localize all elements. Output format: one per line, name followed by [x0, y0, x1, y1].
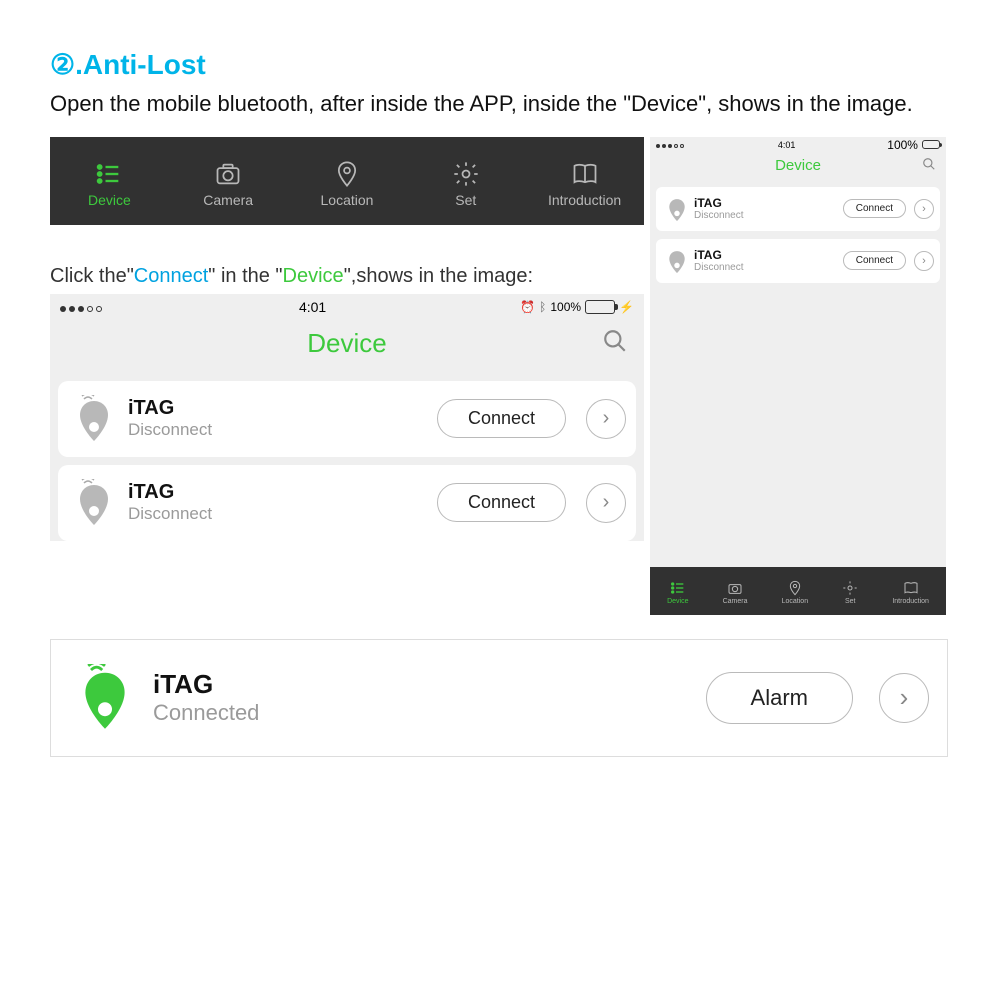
connect-button[interactable]: Connect: [437, 483, 566, 522]
chevron-right-icon[interactable]: ›: [879, 673, 929, 723]
search-icon[interactable]: [922, 157, 936, 176]
tab-introduction[interactable]: Introduction: [535, 160, 635, 208]
chevron-right-icon[interactable]: ›: [914, 199, 934, 219]
device-name: iTAG: [128, 481, 423, 504]
gear-icon: [452, 160, 480, 188]
location-icon: [333, 160, 361, 188]
tab-label: Location: [321, 192, 374, 208]
connected-device-card: iTAG Connected Alarm ›: [50, 639, 948, 757]
camera-icon: [727, 580, 743, 596]
location-icon: [787, 580, 803, 596]
device-name: iTAG: [128, 397, 423, 420]
tab-set[interactable]: Set: [416, 160, 516, 208]
list-icon: [670, 580, 686, 596]
battery-percent: 100%: [550, 300, 581, 314]
app-large-view: 4:01 ⏰ ᛒ 100% ⚡ Device: [50, 294, 644, 541]
itag-icon: [74, 395, 114, 443]
status-bar: 4:01 100%: [650, 137, 946, 151]
device-name: iTAG: [694, 248, 837, 262]
device-card: iTAG Disconnect Connect ›: [656, 187, 940, 231]
book-icon: [571, 160, 599, 188]
itag-icon: [666, 247, 688, 275]
tab-label: Camera: [723, 598, 748, 605]
instruction-text: Click the"Connect" in the "Device",shows…: [50, 265, 644, 288]
status-bar: 4:01 ⏰ ᛒ 100% ⚡: [50, 294, 644, 316]
chevron-right-icon[interactable]: ›: [914, 251, 934, 271]
section-heading: ②.Anti-Lost: [50, 48, 950, 81]
tab-device[interactable]: Device: [667, 580, 688, 605]
tab-label: Device: [667, 598, 688, 605]
device-status: Connected: [153, 700, 686, 726]
tab-camera[interactable]: Camera: [723, 580, 748, 605]
tab-bar: Device Camera Location Set Introduction: [650, 567, 946, 615]
tab-device[interactable]: Device: [59, 160, 159, 208]
tab-label: Device: [88, 192, 131, 208]
itag-icon: [666, 195, 688, 223]
tab-label: Location: [782, 598, 808, 605]
tab-camera[interactable]: Camera: [178, 160, 278, 208]
status-time: 4:01: [778, 140, 796, 150]
search-icon[interactable]: [602, 328, 628, 359]
title-bar: Device: [650, 151, 946, 183]
app-small-view: 4:01 100% Device iTAG Disconnect Connect…: [650, 137, 946, 615]
tab-label: Introduction: [548, 192, 621, 208]
chevron-right-icon[interactable]: ›: [586, 483, 626, 523]
battery-icon: [585, 300, 615, 314]
device-status: Disconnect: [128, 504, 423, 524]
device-name: iTAG: [694, 196, 837, 210]
device-card: iTAG Disconnect Connect ›: [58, 381, 636, 457]
page-title: Device: [775, 157, 821, 174]
tab-introduction[interactable]: Introduction: [892, 580, 929, 605]
tab-label: Camera: [203, 192, 253, 208]
tab-location[interactable]: Location: [782, 580, 808, 605]
itag-icon: [77, 664, 133, 732]
alarm-button[interactable]: Alarm: [706, 672, 853, 724]
battery-icon: [922, 140, 940, 149]
battery-percent: 100%: [887, 138, 918, 152]
device-name: iTAG: [153, 669, 686, 700]
connect-button[interactable]: Connect: [843, 251, 906, 270]
connect-button[interactable]: Connect: [437, 399, 566, 438]
signal-dots-icon: [656, 140, 686, 150]
device-status: Disconnect: [694, 262, 837, 273]
section-description: Open the mobile bluetooth, after inside …: [50, 89, 950, 119]
tab-label: Introduction: [892, 598, 929, 605]
charging-icon: ⚡: [619, 300, 634, 314]
title-bar: Device: [50, 316, 644, 373]
book-icon: [903, 580, 919, 596]
page-title: Device: [307, 328, 386, 358]
alarm-icon: ⏰: [520, 300, 535, 314]
device-status: Disconnect: [694, 210, 837, 221]
tab-set[interactable]: Set: [842, 580, 858, 605]
connect-button[interactable]: Connect: [843, 199, 906, 218]
status-time: 4:01: [299, 299, 326, 315]
tab-label: Set: [845, 598, 856, 605]
tab-label: Set: [455, 192, 476, 208]
gear-icon: [842, 580, 858, 596]
tab-location[interactable]: Location: [297, 160, 397, 208]
device-status: Disconnect: [128, 420, 423, 440]
bluetooth-icon: ᛒ: [539, 300, 546, 314]
device-card: iTAG Disconnect Connect ›: [58, 465, 636, 541]
list-icon: [95, 160, 123, 188]
chevron-right-icon[interactable]: ›: [586, 399, 626, 439]
tab-bar: Device Camera Location Set Introduction: [50, 137, 644, 225]
itag-icon: [74, 479, 114, 527]
camera-icon: [214, 160, 242, 188]
device-card: iTAG Disconnect Connect ›: [656, 239, 940, 283]
signal-dots-icon: [60, 299, 105, 315]
